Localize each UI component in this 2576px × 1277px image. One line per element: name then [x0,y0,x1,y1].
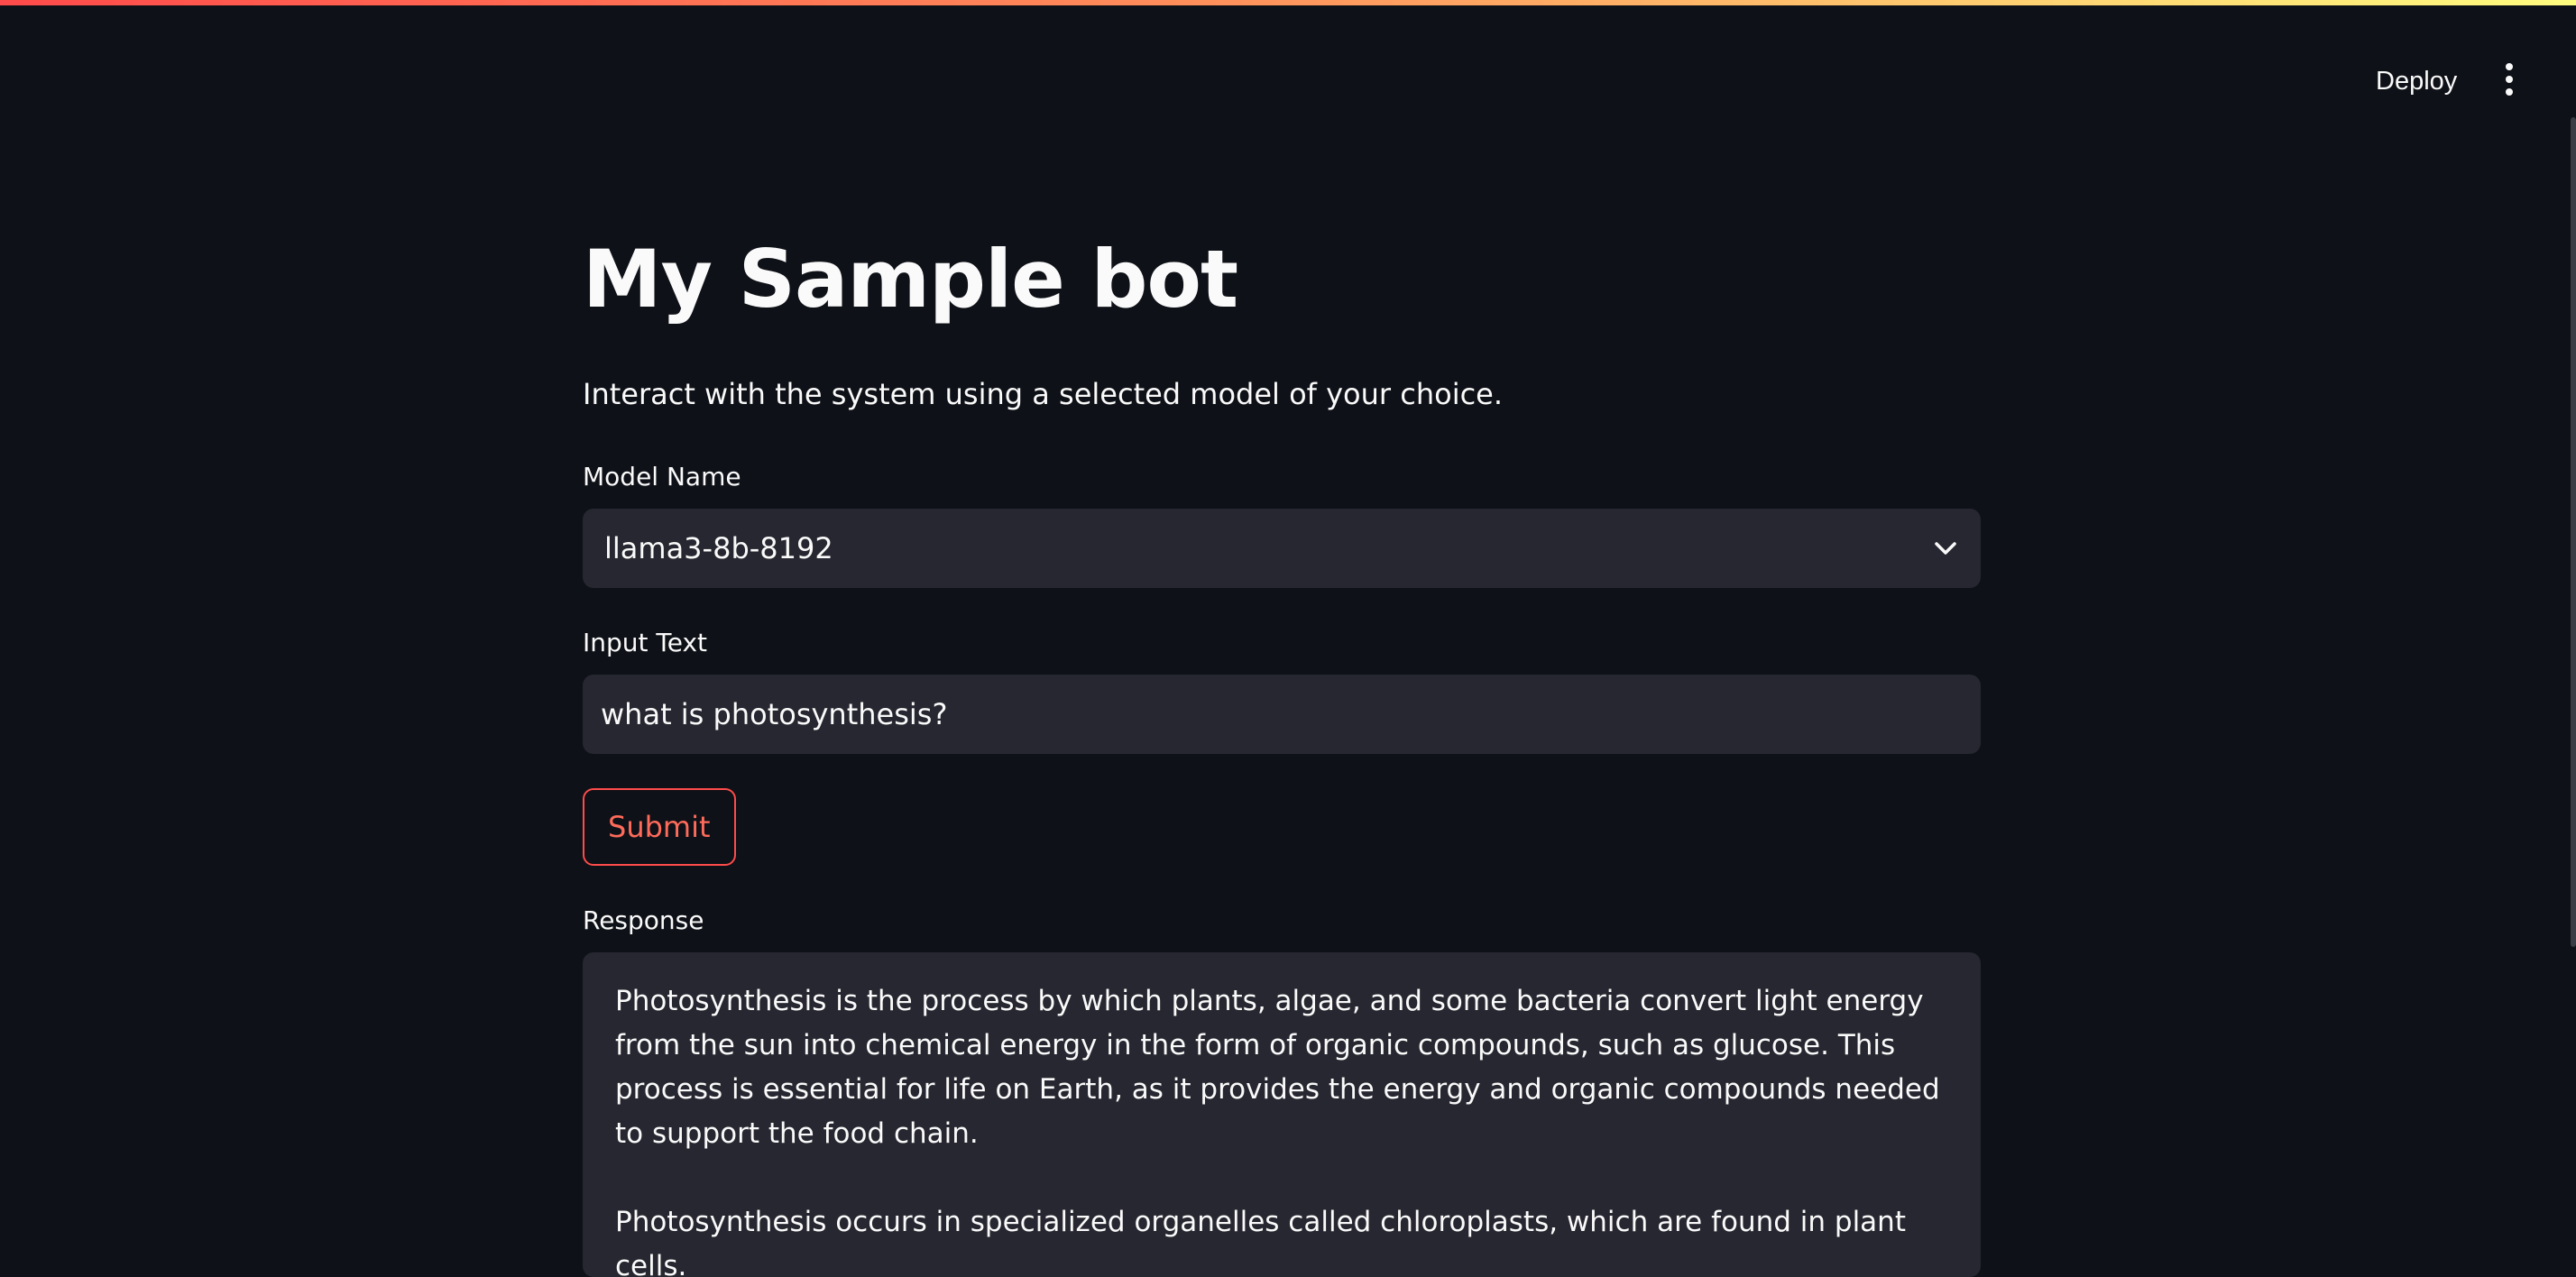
menu-dot [2506,63,2513,70]
response-label: Response [583,905,704,935]
app-header: Deploy [0,5,2576,150]
model-select-value: llama3-8b-8192 [604,531,833,565]
page-subtitle: Interact with the system using a selecte… [583,377,1504,411]
model-select-label: Model Name [583,462,741,492]
chevron-down-icon [1932,535,1959,562]
page-scrollbar[interactable] [2571,117,2576,947]
kebab-menu-icon[interactable] [2491,58,2527,101]
page-title: My Sample bot [583,233,1238,326]
response-text-area[interactable]: Photosynthesis is the process by which p… [583,952,1981,1277]
response-paragraph: Photosynthesis is the process by which p… [615,985,1940,1150]
deploy-button[interactable]: Deploy [2358,61,2475,101]
input-text-field[interactable] [583,675,1981,754]
menu-dot [2506,76,2513,83]
submit-button[interactable]: Submit [583,788,736,866]
model-select[interactable]: llama3-8b-8192 [583,509,1981,588]
menu-dot [2506,88,2513,96]
input-text-label: Input Text [583,628,708,657]
response-paragraph: Photosynthesis occurs in specialized org… [615,1206,1906,1277]
